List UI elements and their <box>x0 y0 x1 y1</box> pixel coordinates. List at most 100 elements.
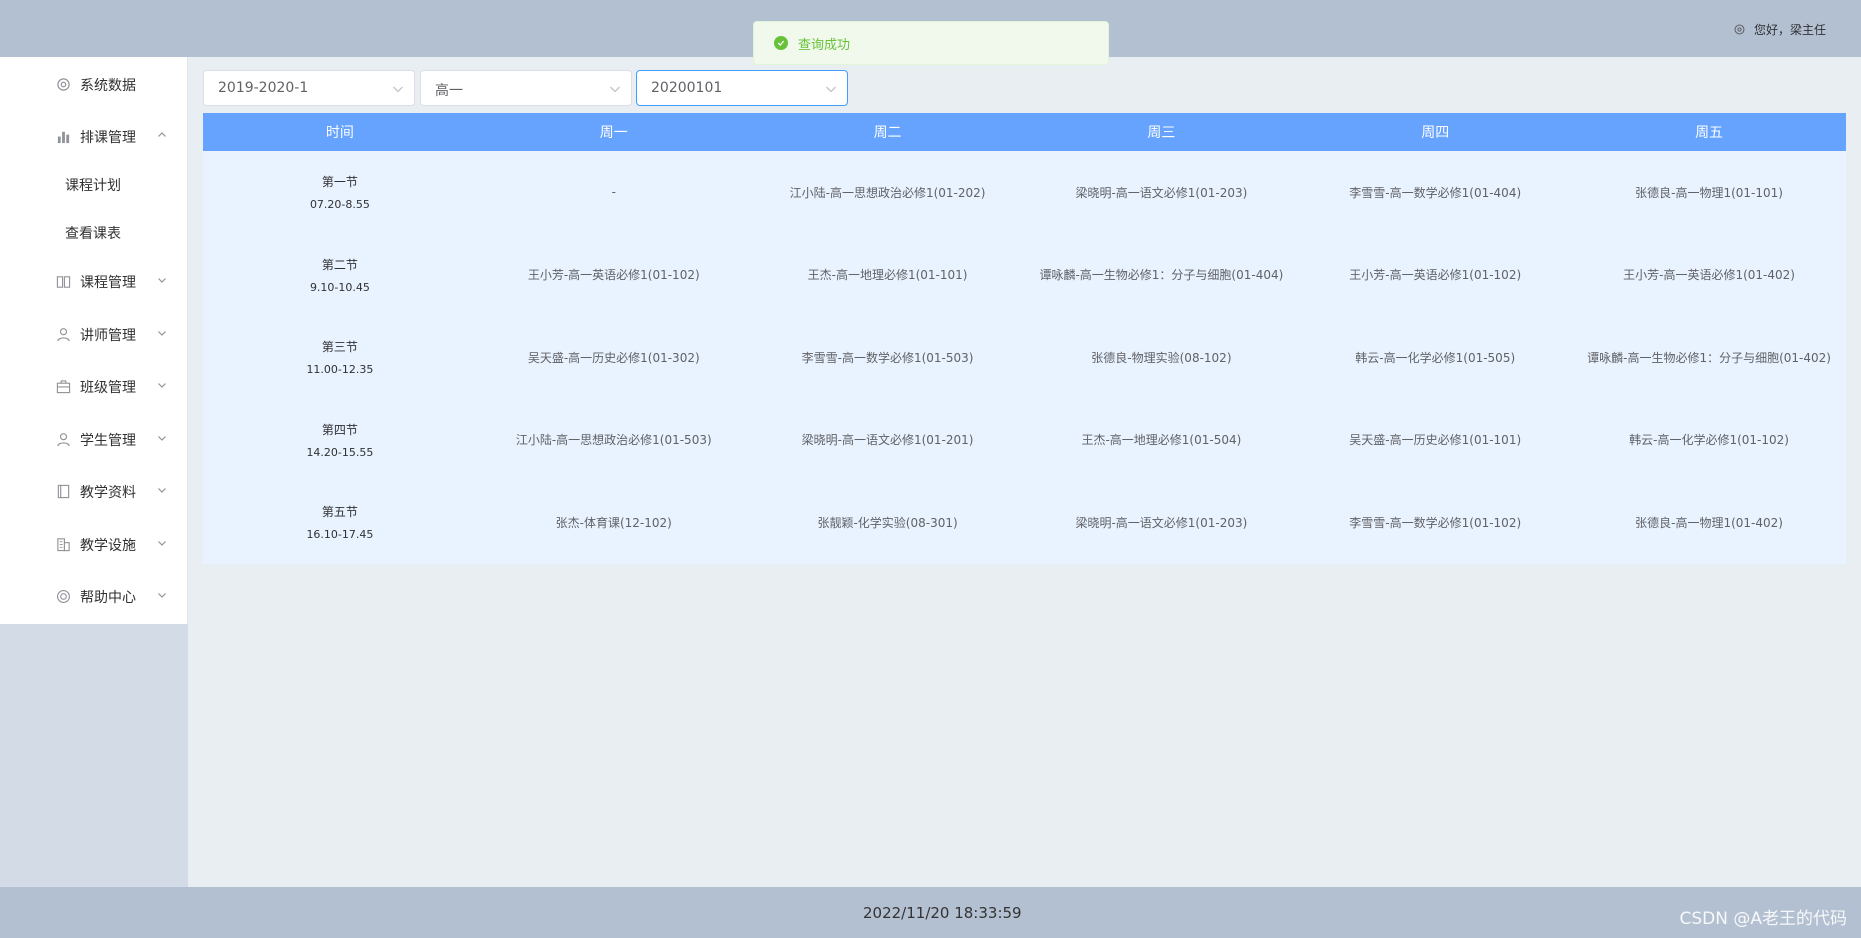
help-ring-icon <box>57 590 70 603</box>
submenu-item-course-plan[interactable]: 课程计划 <box>0 164 188 204</box>
period-time: 11.00-12.35 <box>306 363 374 377</box>
period-cell: 第五节 16.10-17.45 <box>203 481 477 564</box>
class-cell: 王杰-高一地理必修1(01-101) <box>750 233 1025 316</box>
chevron-down-icon <box>826 86 836 93</box>
class-cell: 吴天盛-高一历史必修1(01-101) <box>1298 398 1573 481</box>
period-cell: 第二节 9.10-10.45 <box>203 233 477 316</box>
class-cell: 王小芳-高一英语必修1(01-402) <box>1572 233 1846 316</box>
chevron-down-icon <box>158 383 166 388</box>
column-header-wednesday: 周三 <box>1024 113 1299 151</box>
user-icon <box>57 328 70 342</box>
briefcase-icon <box>56 380 71 394</box>
class-cell: - <box>476 151 751 234</box>
column-header-thursday: 周四 <box>1298 113 1573 151</box>
period-time: 07.20-8.55 <box>309 198 370 212</box>
class-cell: 王小芳-高一英语必修1(01-102) <box>1298 233 1573 316</box>
column-header-friday: 周五 <box>1572 113 1846 151</box>
class-select-value: 20200101 <box>651 80 723 96</box>
book-icon <box>56 276 71 288</box>
column-header-tuesday: 周二 <box>750 113 1025 151</box>
menu-item-student-mgmt[interactable]: 学生管理 <box>0 419 188 459</box>
period-cell: 第四节 14.20-15.55 <box>203 398 477 481</box>
table-row: 第一节 07.20-8.55 - 江小陆-高一思想政治必修1(01-202) 梁… <box>203 151 1846 234</box>
menu-label: 教学资料 <box>80 485 136 501</box>
side-menu: 系统数据 排课管理 课程计划 查看课表 课程管理 讲师管理 班级管理 学生管理 … <box>0 57 188 624</box>
class-select[interactable]: 20200101 <box>636 70 848 106</box>
menu-label: 学生管理 <box>80 433 136 449</box>
period-cell: 第一节 07.20-8.55 <box>203 151 477 234</box>
submenu-label: 课程计划 <box>65 178 121 194</box>
class-cell: 张靓颖-化学实验(08-301) <box>750 481 1025 564</box>
submenu-item-view-timetable[interactable]: 查看课表 <box>0 212 188 252</box>
chevron-down-icon <box>158 593 166 598</box>
column-header-time: 时间 <box>203 113 477 151</box>
toast-message: 查询成功 <box>798 37 851 53</box>
menu-item-teaching-materials[interactable]: 教学资料 <box>0 471 188 511</box>
chevron-down-icon <box>158 278 166 283</box>
period-name: 第三节 <box>321 340 358 355</box>
main-content: 2019-2020-1 高一 20200101 时间 周一 周二 周三 周四 周… <box>188 57 1861 887</box>
semester-select-value: 2019-2020-1 <box>218 80 309 96</box>
class-cell: 王杰-高一地理必修1(01-504) <box>1024 398 1299 481</box>
class-cell: 李雪雪-高一数学必修1(01-102) <box>1298 481 1573 564</box>
class-cell: 江小陆-高一思想政治必修1(01-202) <box>750 151 1025 234</box>
menu-item-scheduling[interactable]: 排课管理 <box>0 116 188 156</box>
class-cell: 李雪雪-高一数学必修1(01-404) <box>1298 151 1573 234</box>
class-cell: 张杰-体育课(12-102) <box>476 481 751 564</box>
class-cell: 张德良-物理实验(08-102) <box>1024 316 1299 399</box>
sidebar: 系统数据 排课管理 课程计划 查看课表 课程管理 讲师管理 班级管理 学生管理 … <box>0 57 188 887</box>
class-cell: 吴天盛-高一历史必修1(01-302) <box>476 316 751 399</box>
footer: 2022/11/20 18:33:59 CSDN @A老王的代码 <box>0 887 1861 938</box>
column-header-monday: 周一 <box>476 113 751 151</box>
semester-select[interactable]: 2019-2020-1 <box>203 70 415 106</box>
timetable-header-row: 时间 周一 周二 周三 周四 周五 <box>203 113 1846 151</box>
class-cell: 梁晓明-高一语文必修1(01-203) <box>1024 151 1299 234</box>
class-cell: 梁晓明-高一语文必修1(01-201) <box>750 398 1025 481</box>
notebook-icon <box>57 484 70 499</box>
table-row: 第五节 16.10-17.45 张杰-体育课(12-102) 张靓颖-化学实验(… <box>203 481 1846 564</box>
menu-label: 系统数据 <box>80 78 136 94</box>
settings-icon <box>57 78 70 91</box>
user-icon <box>57 433 70 447</box>
table-row: 第三节 11.00-12.35 吴天盛-高一历史必修1(01-302) 李雪雪-… <box>203 316 1846 399</box>
chevron-down-icon <box>393 86 403 93</box>
menu-item-class-mgmt[interactable]: 班级管理 <box>0 366 188 406</box>
chevron-down-icon <box>158 331 166 336</box>
table-row: 第四节 14.20-15.55 江小陆-高一思想政治必修1(01-503) 梁晓… <box>203 398 1846 481</box>
menu-item-help-center[interactable]: 帮助中心 <box>0 576 188 616</box>
period-name: 第二节 <box>321 257 358 272</box>
user-greeting: 您好，梁主任 <box>1753 23 1826 37</box>
period-name: 第四节 <box>321 422 358 437</box>
class-cell: 韩云-高一化学必修1(01-102) <box>1572 398 1846 481</box>
success-toast: 查询成功 <box>753 21 1109 65</box>
menu-label: 教学设施 <box>80 538 136 554</box>
period-time: 14.20-15.55 <box>306 445 374 459</box>
table-row: 第二节 9.10-10.45 王小芳-高一英语必修1(01-102) 王杰-高一… <box>203 233 1846 316</box>
class-cell: 韩云-高一化学必修1(01-505) <box>1298 316 1573 399</box>
chevron-up-icon <box>158 132 166 137</box>
gear-icon <box>1734 24 1745 35</box>
chevron-down-icon <box>610 86 620 93</box>
period-time: 16.10-17.45 <box>306 528 374 542</box>
timetable: 时间 周一 周二 周三 周四 周五 第一节 07.20-8.55 - 江小陆-高… <box>203 113 1846 564</box>
menu-label: 帮助中心 <box>80 590 136 606</box>
class-cell: 谭咏麟-高一生物必修1：分子与细胞(01-402) <box>1572 316 1846 399</box>
chevron-down-icon <box>158 541 166 546</box>
menu-item-teacher-mgmt[interactable]: 讲师管理 <box>0 314 188 354</box>
building-icon <box>57 538 70 552</box>
menu-label: 课程管理 <box>80 275 136 291</box>
period-time: 9.10-10.45 <box>309 280 370 294</box>
class-cell: 张德良-高一物理1(01-101) <box>1572 151 1846 234</box>
bar-chart-icon <box>57 131 70 144</box>
class-cell: 李雪雪-高一数学必修1(01-503) <box>750 316 1025 399</box>
menu-item-course-mgmt[interactable]: 课程管理 <box>0 261 188 301</box>
class-cell: 梁晓明-高一语文必修1(01-203) <box>1024 481 1299 564</box>
user-greeting-area[interactable]: 您好，梁主任 <box>1733 21 1826 38</box>
class-cell: 江小陆-高一思想政治必修1(01-503) <box>476 398 751 481</box>
menu-item-system-data[interactable]: 系统数据 <box>0 64 188 104</box>
period-name: 第一节 <box>321 175 358 190</box>
watermark: CSDN @A老王的代码 <box>1679 909 1847 929</box>
grade-select[interactable]: 高一 <box>420 70 632 106</box>
check-circle-icon <box>774 36 788 50</box>
menu-item-teaching-facilities[interactable]: 教学设施 <box>0 524 188 564</box>
